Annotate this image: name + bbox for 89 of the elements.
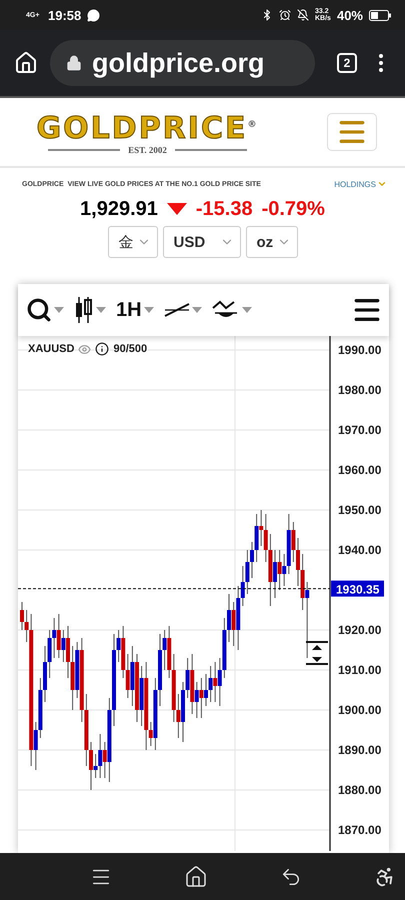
price-axis-label: 1940.00 (338, 543, 382, 557)
chevron-down-icon (377, 179, 387, 189)
spot-price: 1,929.91 (80, 198, 158, 220)
home-icon[interactable] (184, 864, 208, 888)
price-axis-label: 1920.00 (338, 623, 382, 637)
price-axis-label: 1910.00 (338, 663, 382, 677)
battery-icon (369, 10, 391, 20)
eye-icon[interactable] (78, 342, 92, 356)
holdings-link[interactable]: HOLDINGS (334, 179, 387, 189)
price-change: -15.38 (196, 198, 253, 220)
candlestick (232, 602, 236, 646)
candlestick (126, 654, 130, 698)
candlestick (56, 614, 61, 658)
clock: 19:58 (48, 8, 82, 22)
down-arrow-icon (166, 203, 187, 215)
price-axis-label: 1900.00 (338, 703, 382, 717)
candlestick (250, 542, 254, 578)
candlestick (296, 538, 300, 586)
symbol-label: XAUUSD (28, 343, 74, 355)
battery-level: 40% (336, 8, 363, 22)
candlestick (20, 602, 24, 630)
candlestick (194, 682, 199, 718)
url-text: goldprice.org (92, 48, 265, 78)
candlestick (254, 514, 259, 562)
interval-button[interactable]: 1H (116, 298, 154, 322)
candlestick (52, 618, 56, 658)
candlestick (204, 674, 208, 706)
candlestick (218, 658, 222, 706)
candlestick (186, 658, 190, 698)
lock-icon (66, 55, 82, 71)
candlestick (34, 722, 38, 770)
search-button[interactable] (26, 297, 64, 323)
candlestick (291, 522, 296, 562)
price-axis-label: 1890.00 (338, 743, 382, 757)
info-icon[interactable] (95, 342, 110, 356)
caret-icon (192, 307, 202, 313)
alarm-icon (278, 9, 291, 21)
candlestick (94, 754, 98, 778)
candlestick (116, 630, 121, 662)
price-axis-label: 1960.00 (338, 463, 382, 477)
dropdown[interactable]: USD (162, 226, 240, 258)
chart-type-button[interactable] (74, 297, 106, 323)
site-logo[interactable]: GOLDPRICE$^{®}$ (36, 109, 258, 145)
caret-icon (144, 307, 154, 313)
dropdown[interactable]: 金 (108, 226, 158, 258)
caret-icon (242, 307, 252, 313)
candlestick (227, 594, 231, 642)
candlestick (162, 630, 167, 670)
candlestick (264, 514, 268, 562)
candlestick (273, 550, 277, 598)
home-icon[interactable] (14, 51, 38, 75)
current-price-label: 1930.35 (331, 580, 384, 597)
bar-count: 90/500 (113, 343, 148, 355)
price-axis-label: 1950.00 (338, 503, 382, 517)
candlestick (102, 742, 107, 778)
price-axis-label: 1970.00 (338, 423, 382, 437)
price-axis-label: 1980.00 (338, 383, 382, 397)
tab-count[interactable]: 2 (337, 53, 357, 73)
logo-tagline: EST. 2002 (128, 145, 167, 155)
percent-change: -0.79% (262, 198, 325, 220)
candlestick (278, 550, 282, 590)
candlestick (199, 678, 204, 718)
dropdown[interactable]: oz (246, 226, 298, 258)
candlestick (282, 554, 286, 586)
candlestick (48, 630, 52, 678)
candlestick (66, 626, 70, 678)
candlestick (148, 722, 153, 746)
candlestick (240, 566, 245, 606)
price-axis-label: 1880.00 (338, 783, 382, 797)
ref-line-label: 1930.35 (336, 582, 380, 597)
menu-button[interactable] (327, 113, 377, 151)
candlestick (213, 662, 218, 702)
candlestick (259, 510, 264, 546)
candlestick (89, 742, 93, 790)
candlestick (176, 694, 180, 738)
candlestick (98, 734, 102, 778)
scale-icon[interactable] (306, 641, 328, 665)
price-axis-label: 1990.00 (338, 343, 382, 357)
candlestick (24, 610, 29, 642)
candlestick (245, 550, 250, 594)
bell-off-icon (296, 9, 309, 21)
caret-icon (54, 307, 64, 313)
price-axis-label: 1870.00 (338, 823, 382, 837)
candlestick (61, 630, 66, 662)
caret-icon (96, 307, 106, 313)
candlestick (208, 666, 213, 702)
candlestick (305, 582, 310, 658)
address-bar[interactable]: goldprice.org (50, 40, 315, 86)
chat-icon (87, 8, 100, 22)
